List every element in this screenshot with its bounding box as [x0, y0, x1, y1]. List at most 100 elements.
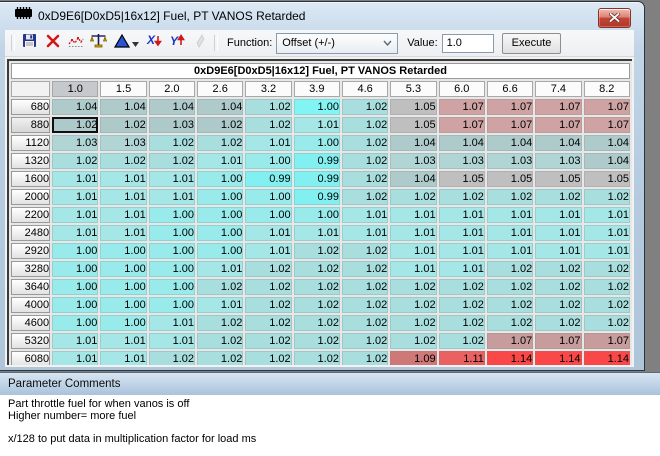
- map-cell[interactable]: 1.14: [487, 351, 533, 367]
- map-cell[interactable]: 1.01: [439, 225, 485, 241]
- map-cell[interactable]: 1.01: [52, 351, 98, 367]
- map-cell[interactable]: 1.01: [245, 135, 291, 151]
- map-cell[interactable]: 1.00: [52, 315, 98, 331]
- row-header[interactable]: 2920: [11, 243, 50, 259]
- map-cell[interactable]: 1.02: [149, 153, 195, 169]
- map-cell[interactable]: 1.00: [197, 243, 243, 259]
- map-cell[interactable]: 1.01: [245, 243, 291, 259]
- map-cell[interactable]: 1.00: [197, 171, 243, 187]
- map-cell[interactable]: 1.02: [584, 261, 630, 277]
- trace-button[interactable]: [64, 33, 87, 53]
- compare-button[interactable]: [87, 33, 110, 53]
- titlebar[interactable]: 0xD9E6[D0xD5|16x12] Fuel, PT VANOS Retar…: [0, 2, 644, 29]
- map-cell[interactable]: 1.07: [535, 99, 581, 115]
- map-cell[interactable]: 1.01: [342, 207, 388, 223]
- map-cell[interactable]: 1.07: [584, 117, 630, 133]
- col-header[interactable]: 2.0: [149, 81, 195, 97]
- map-cell[interactable]: 1.00: [245, 189, 291, 205]
- map-cell[interactable]: 1.01: [100, 171, 146, 187]
- parameter-comments-body[interactable]: Part throttle fuel for when vanos is off…: [0, 395, 660, 445]
- map-cell[interactable]: 1.02: [197, 333, 243, 349]
- flip-x-axis-button[interactable]: X: [142, 33, 165, 53]
- map-cell[interactable]: 1.00: [294, 135, 340, 151]
- map-cell[interactable]: 1.01: [584, 207, 630, 223]
- discard-button[interactable]: [41, 33, 64, 53]
- map-cell[interactable]: 1.02: [342, 261, 388, 277]
- map-cell[interactable]: 1.05: [390, 99, 436, 115]
- map-cell[interactable]: 1.01: [584, 243, 630, 259]
- toolbar-grip[interactable]: [11, 35, 15, 51]
- map-cell[interactable]: 1.02: [342, 333, 388, 349]
- map-cell[interactable]: 1.01: [52, 333, 98, 349]
- map-cell[interactable]: 1.07: [439, 117, 485, 133]
- map-cell[interactable]: 1.02: [535, 261, 581, 277]
- map-cell[interactable]: 1.02: [487, 261, 533, 277]
- map-cell[interactable]: 1.02: [294, 279, 340, 295]
- save-button[interactable]: [18, 33, 41, 53]
- map-cell[interactable]: 1.03: [390, 153, 436, 169]
- map-cell[interactable]: 1.02: [294, 351, 340, 367]
- map-cell[interactable]: 1.01: [584, 225, 630, 241]
- col-header[interactable]: 6.6: [487, 81, 533, 97]
- map-cell[interactable]: 1.00: [100, 261, 146, 277]
- map-cell[interactable]: 1.01: [100, 207, 146, 223]
- map-cell[interactable]: 1.07: [487, 117, 533, 133]
- row-header[interactable]: 1600: [11, 171, 50, 187]
- map-cell[interactable]: 1.04: [100, 99, 146, 115]
- map-cell[interactable]: 1.01: [149, 171, 195, 187]
- map-cell[interactable]: 1.02: [342, 153, 388, 169]
- map-cell[interactable]: 1.02: [390, 279, 436, 295]
- row-header[interactable]: 1320: [11, 153, 50, 169]
- map-cell[interactable]: 1.00: [100, 279, 146, 295]
- map-cell[interactable]: 1.02: [439, 297, 485, 313]
- map-cell[interactable]: 1.03: [535, 153, 581, 169]
- map-cell[interactable]: 1.01: [100, 189, 146, 205]
- corner-cell[interactable]: [11, 81, 50, 97]
- map-cell[interactable]: 1.03: [487, 153, 533, 169]
- map-cell[interactable]: 1.01: [294, 225, 340, 241]
- map-cell[interactable]: 1.02: [245, 351, 291, 367]
- col-header[interactable]: 5.3: [390, 81, 436, 97]
- map-cell[interactable]: 1.00: [197, 189, 243, 205]
- col-header[interactable]: 4.6: [342, 81, 388, 97]
- map-cell[interactable]: 1.05: [584, 171, 630, 187]
- map-cell[interactable]: 1.01: [390, 207, 436, 223]
- map-cell[interactable]: 1.02: [245, 297, 291, 313]
- map-cell[interactable]: 1.01: [52, 171, 98, 187]
- map-cell[interactable]: 1.02: [584, 189, 630, 205]
- map-cell[interactable]: 1.03: [439, 153, 485, 169]
- map-cell[interactable]: 1.02: [487, 315, 533, 331]
- map-cell[interactable]: 1.04: [197, 99, 243, 115]
- col-header[interactable]: 8.2: [584, 81, 630, 97]
- function-dropdown[interactable]: Offset (+/-): [276, 33, 398, 54]
- map-cell[interactable]: 1.07: [535, 117, 581, 133]
- map-cell[interactable]: 1.02: [439, 333, 485, 349]
- map-cell[interactable]: 1.02: [342, 315, 388, 331]
- map-cell[interactable]: 1.02: [100, 117, 146, 133]
- map-cell[interactable]: 1.04: [487, 135, 533, 151]
- map-cell[interactable]: 1.02: [245, 261, 291, 277]
- map-cell[interactable]: 1.01: [487, 243, 533, 259]
- map-cell[interactable]: 1.02: [294, 315, 340, 331]
- map-cell[interactable]: 1.02: [342, 351, 388, 367]
- map-cell[interactable]: 1.05: [390, 117, 436, 133]
- map-cell[interactable]: 1.01: [100, 225, 146, 241]
- map-cell[interactable]: 1.03: [52, 135, 98, 151]
- map-cell[interactable]: 1.00: [149, 297, 195, 313]
- map-cell[interactable]: 1.07: [584, 99, 630, 115]
- map-cell[interactable]: 1.02: [52, 153, 98, 169]
- toolbar-grip[interactable]: [214, 35, 218, 51]
- map-cell[interactable]: 1.01: [245, 225, 291, 241]
- map-cell[interactable]: 1.02: [100, 153, 146, 169]
- map-cell[interactable]: 1.02: [245, 99, 291, 115]
- map-cell[interactable]: 1.01: [390, 225, 436, 241]
- map-cell[interactable]: 1.00: [100, 315, 146, 331]
- map-cell[interactable]: 1.02: [245, 279, 291, 295]
- map-cell[interactable]: 1.02: [342, 117, 388, 133]
- map-cell[interactable]: 1.02: [294, 261, 340, 277]
- row-header[interactable]: 2480: [11, 225, 50, 241]
- map-cell[interactable]: 1.00: [197, 225, 243, 241]
- map-cell[interactable]: 1.02: [342, 297, 388, 313]
- map-cell[interactable]: 1.02: [487, 189, 533, 205]
- map-cell[interactable]: 1.00: [245, 207, 291, 223]
